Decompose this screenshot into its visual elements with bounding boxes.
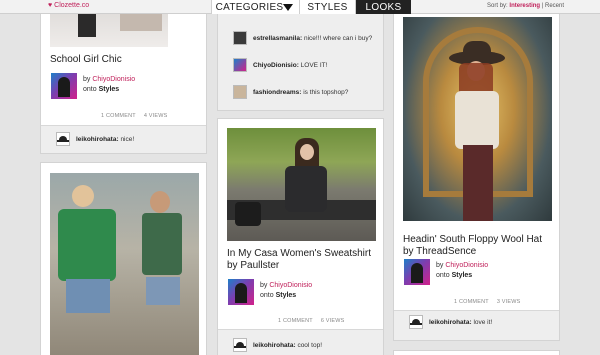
image-bag [235, 202, 261, 226]
commenter-avatar[interactable] [233, 58, 247, 72]
byline: by ChiyoDionisio onto Styles [228, 279, 312, 305]
commenter-avatar[interactable] [233, 338, 247, 352]
look-card-comments: estrellasmanila: nice!!! where can i buy… [217, 0, 384, 111]
comment-text: LOVE IT! [300, 61, 328, 69]
comment-user[interactable]: leikohirohata: [429, 319, 472, 326]
comment-user[interactable]: fashiondreams: [253, 89, 301, 96]
image-sweatshirt [285, 166, 327, 212]
look-image[interactable] [50, 173, 199, 355]
main-nav: CATEGORIES STYLES LOOKS [211, 0, 411, 14]
tab-categories-label: CATEGORIES [215, 1, 284, 13]
look-title[interactable]: Headin' South Floppy Wool Hat by ThreadS… [403, 234, 553, 258]
comment: estrellasmanila: nice!!! where can i buy… [233, 31, 372, 45]
comment-text: nice! [120, 135, 135, 143]
by-label: by [260, 282, 268, 289]
tab-styles-label: STYLES [307, 1, 348, 13]
look-stats: 1 COMMENT 3 VIEWS [454, 299, 529, 305]
look-card-sweatshirt[interactable]: In My Casa Women's Sweatshirt by Paullst… [217, 118, 384, 355]
comment: leikohirohata: love it! [409, 315, 492, 329]
heart-icon: ♥ [48, 2, 53, 9]
image-cardigan [455, 91, 499, 149]
image-shorts-denim [66, 279, 110, 313]
image-face [300, 144, 314, 160]
comment: ChiyoDionisio: LOVE IT! [233, 58, 327, 72]
onto-label: onto [260, 292, 274, 299]
look-card-next[interactable] [393, 350, 560, 355]
look-card-school-girl[interactable]: School Girl Chic by ChiyoDionisio onto S… [40, 0, 207, 154]
by-label: by [436, 262, 444, 269]
look-card-street-style[interactable] [40, 162, 207, 355]
onto-label: onto [436, 272, 450, 279]
tab-looks-label: LOOKS [365, 1, 402, 13]
brand-name: Clozette [54, 2, 80, 9]
sort-control: Sort by: Interesting | Recent [487, 3, 564, 9]
comment: leikohirohata: cool top! [233, 338, 322, 352]
look-title[interactable]: In My Casa Women's Sweatshirt by Paullst… [227, 248, 377, 272]
comment-user[interactable]: estrellasmanila: [253, 35, 302, 42]
commenter-avatar[interactable] [233, 31, 247, 45]
comment-text: is this topshop? [303, 88, 349, 96]
view-count: 6 VIEWS [320, 318, 345, 324]
onto-label: onto [83, 86, 97, 93]
comment-section: leikohirohata: cool top! [218, 329, 383, 355]
comment-user[interactable]: leikohirohata: [253, 342, 296, 349]
comment-count[interactable]: 1 COMMENT [278, 318, 313, 324]
board-link[interactable]: Styles [452, 272, 473, 279]
comment: fashiondreams: is this topshop? [233, 85, 348, 99]
tab-styles[interactable]: STYLES [299, 0, 355, 14]
image-figure-right [150, 191, 170, 213]
user-avatar[interactable] [228, 279, 254, 305]
look-title[interactable]: School Girl Chic [50, 54, 200, 66]
sort-separator: | [541, 3, 544, 9]
look-stats: 1 COMMENT 4 VIEWS [101, 113, 176, 119]
sort-recent[interactable]: Recent [545, 3, 564, 9]
top-bar: ♥ Clozette.co CATEGORIES STYLES LOOKS Sor… [0, 0, 600, 14]
comment-count[interactable]: 1 COMMENT [101, 113, 136, 119]
sort-interesting[interactable]: Interesting [509, 3, 540, 9]
comment-count[interactable]: 1 COMMENT [454, 299, 489, 305]
sort-label: Sort by: [487, 3, 508, 9]
image-figure-left [72, 185, 94, 207]
comment-user[interactable]: ChiyoDionisio: [253, 62, 299, 69]
look-card-floppy-hat[interactable]: Headin' South Floppy Wool Hat by ThreadS… [393, 0, 560, 341]
look-image[interactable] [227, 128, 376, 241]
comment-section: estrellasmanila: nice!!! where can i buy… [218, 0, 383, 110]
comment-text: cool top! [297, 341, 323, 349]
brand-suffix: .co [79, 2, 90, 9]
comment: leikohirohata: nice! [56, 132, 134, 146]
view-count: 3 VIEWS [496, 299, 521, 305]
by-label: by [83, 76, 91, 83]
user-avatar[interactable] [51, 73, 77, 99]
image-sweater-green [58, 209, 116, 281]
user-avatar[interactable] [404, 259, 430, 285]
user-link[interactable]: ChiyoDionisio [445, 262, 488, 269]
board-link[interactable]: Styles [99, 86, 120, 93]
image-hat-crown [463, 41, 491, 57]
user-link[interactable]: ChiyoDionisio [269, 282, 312, 289]
site-logo[interactable]: ♥ Clozette.co [48, 2, 89, 9]
tab-looks[interactable]: LOOKS [355, 0, 411, 14]
look-image[interactable] [403, 17, 552, 221]
board-link[interactable]: Styles [276, 292, 297, 299]
comment-section: leikohirohata: love it! [394, 310, 559, 340]
comment-text: nice!!! where can i buy? [303, 34, 373, 42]
tab-categories[interactable]: CATEGORIES [211, 0, 299, 14]
commenter-avatar[interactable] [56, 132, 70, 146]
image-shorts-right [146, 277, 180, 305]
commenter-avatar[interactable] [233, 85, 247, 99]
look-stats: 1 COMMENT 6 VIEWS [278, 318, 353, 324]
view-count: 4 VIEWS [143, 113, 168, 119]
comment-user[interactable]: leikohirohata: [76, 136, 119, 143]
caret-down-icon [283, 4, 293, 11]
user-link[interactable]: ChiyoDionisio [92, 76, 135, 83]
comment-section: leikohirohata: nice! [41, 125, 206, 153]
image-top-floral [142, 213, 182, 275]
byline: by ChiyoDionisio onto Styles [404, 259, 488, 285]
byline: by ChiyoDionisio onto Styles [51, 73, 135, 99]
comment-text: love it! [473, 318, 493, 326]
image-dress [463, 145, 493, 221]
commenter-avatar[interactable] [409, 315, 423, 329]
